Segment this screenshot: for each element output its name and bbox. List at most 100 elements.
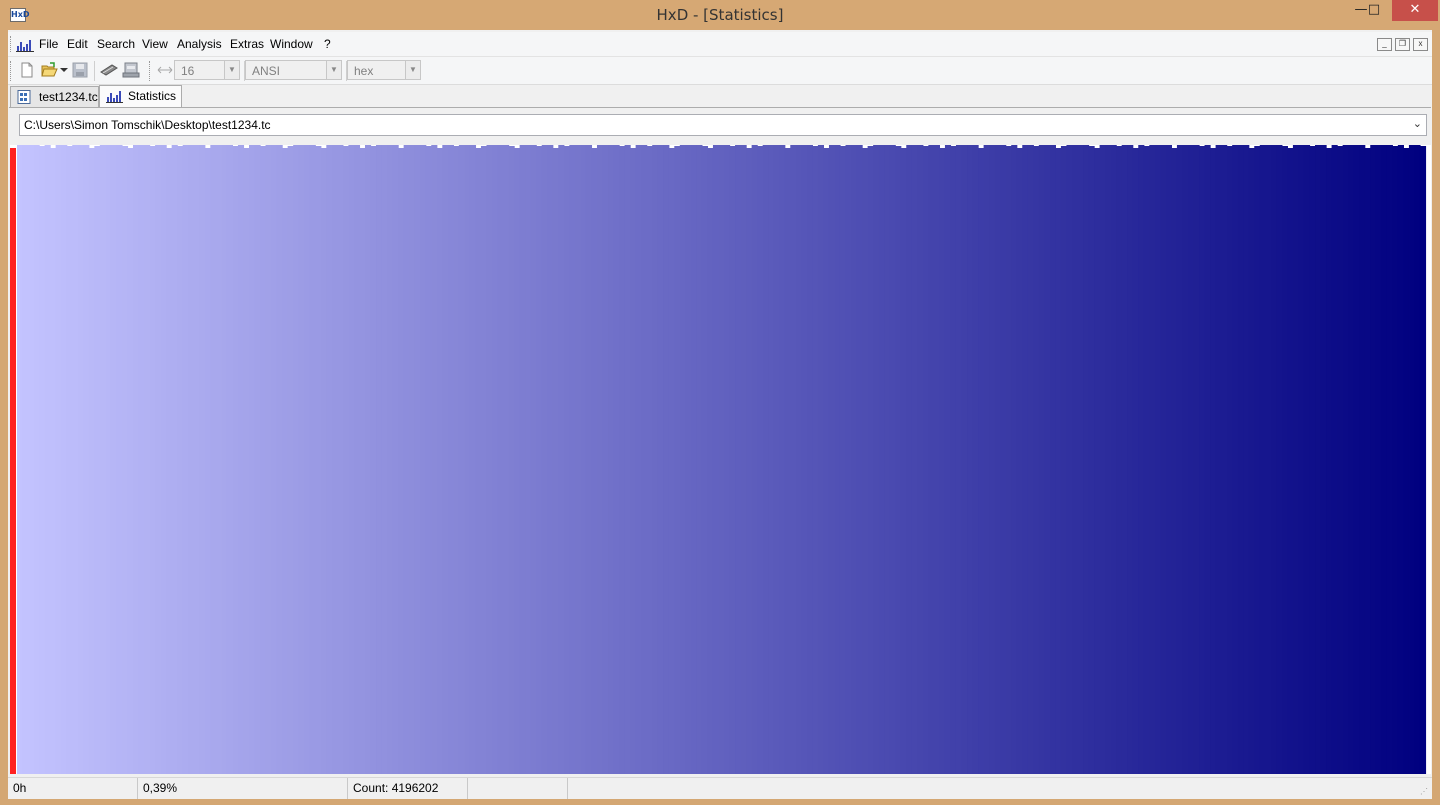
bar-byte-EB[interactable]: [1309, 146, 1316, 774]
bar-byte-76[interactable]: [663, 145, 670, 774]
bar-byte-90[interactable]: [806, 145, 813, 774]
bar-byte-19[interactable]: [149, 146, 156, 774]
bar-byte-78[interactable]: [674, 146, 681, 774]
bar-byte-E0[interactable]: [1248, 148, 1255, 774]
bar-byte-8A[interactable]: [773, 145, 780, 774]
open-dropdown-arrow[interactable]: [60, 68, 68, 72]
bar-byte-58[interactable]: [497, 145, 504, 774]
bar-byte-8F[interactable]: [801, 145, 808, 774]
size-grip-icon[interactable]: ⋰: [1420, 787, 1430, 797]
bar-byte-3B[interactable]: [337, 145, 344, 774]
bar-byte-54[interactable]: [475, 148, 482, 774]
bar-byte-D7[interactable]: [1199, 146, 1206, 774]
bar-byte-DF[interactable]: [1243, 145, 1250, 774]
bar-byte-5C[interactable]: [519, 145, 526, 774]
mdi-restore-button[interactable]: ❐: [1395, 38, 1410, 51]
bar-byte-9C[interactable]: [873, 145, 880, 774]
bar-byte-CE[interactable]: [1149, 145, 1156, 774]
bar-byte-A6[interactable]: [928, 145, 935, 774]
bar-byte-49[interactable]: [414, 145, 421, 774]
tab-test1234[interactable]: test1234.tc: [10, 86, 99, 107]
bar-byte-B0[interactable]: [983, 145, 990, 774]
menu-window[interactable]: Window: [268, 37, 315, 51]
bar-byte-0B[interactable]: [72, 145, 79, 774]
bar-byte-62[interactable]: [552, 148, 559, 774]
open-disk-icon[interactable]: [122, 61, 140, 79]
maximize-button[interactable]: □: [1360, 0, 1388, 21]
bar-byte-E5[interactable]: [1276, 145, 1283, 774]
bar-byte-61[interactable]: [547, 145, 554, 774]
bar-byte-A3[interactable]: [911, 145, 918, 774]
bar-byte-A0[interactable]: [895, 146, 902, 774]
menu-edit[interactable]: Edit: [65, 37, 90, 51]
bar-byte-F5[interactable]: [1364, 148, 1371, 774]
bar-byte-E6[interactable]: [1281, 146, 1288, 774]
bar-byte-22[interactable]: [199, 145, 206, 774]
bar-byte-67[interactable]: [580, 145, 587, 774]
bar-byte-52[interactable]: [464, 145, 471, 774]
bar-byte-6C[interactable]: [608, 145, 615, 774]
bar-byte-B7[interactable]: [1022, 145, 1029, 774]
bar-byte-75[interactable]: [657, 145, 664, 774]
bar-byte-F6[interactable]: [1370, 145, 1377, 774]
menu-search[interactable]: Search: [95, 37, 137, 51]
bar-byte-98[interactable]: [851, 145, 858, 774]
bar-byte-CA[interactable]: [1127, 145, 1134, 774]
bar-byte-A9[interactable]: [944, 145, 952, 774]
bar-byte-70[interactable]: [630, 148, 637, 774]
bar-byte-E1[interactable]: [1254, 146, 1261, 774]
bar-byte-F3[interactable]: [1353, 145, 1360, 774]
bar-byte-BF[interactable]: [1066, 145, 1073, 774]
new-file-icon[interactable]: [18, 61, 36, 79]
mdi-minimize-button[interactable]: _: [1377, 38, 1392, 51]
bar-byte-23[interactable]: [204, 148, 211, 774]
bar-byte-F7[interactable]: [1375, 145, 1382, 774]
bar-byte-DD[interactable]: [1232, 145, 1239, 774]
bar-byte-DE[interactable]: [1237, 145, 1244, 774]
bar-byte-48[interactable]: [409, 145, 416, 774]
bar-byte-57[interactable]: [492, 145, 499, 774]
bar-byte-35[interactable]: [304, 145, 311, 774]
bar-byte-0A[interactable]: [66, 146, 73, 774]
bar-byte-4B[interactable]: [425, 146, 432, 774]
bar-byte-8B[interactable]: [779, 145, 786, 774]
bar-byte-59[interactable]: [503, 145, 510, 774]
bar-byte-E3[interactable]: [1265, 145, 1272, 774]
menu-file[interactable]: File: [37, 37, 60, 51]
bar-byte-8E[interactable]: [795, 145, 802, 774]
menu-analysis[interactable]: Analysis: [175, 37, 224, 51]
bar-byte-B9[interactable]: [1033, 146, 1040, 774]
bar-byte-25[interactable]: [215, 145, 222, 774]
bar-byte-13[interactable]: [116, 145, 123, 774]
bar-byte-7B[interactable]: [690, 145, 697, 774]
bar-byte-05[interactable]: [39, 146, 46, 774]
bar-byte-A4[interactable]: [917, 145, 924, 774]
bar-byte-BD[interactable]: [1055, 148, 1062, 774]
bar-byte-36[interactable]: [309, 145, 316, 774]
toolbar-grip-2[interactable]: [149, 61, 153, 81]
bytes-per-row-select[interactable]: 16 ▼: [174, 60, 240, 80]
bar-byte-AA[interactable]: [950, 146, 957, 774]
bar-byte-4F[interactable]: [447, 145, 454, 774]
bar-byte-79[interactable]: [679, 145, 686, 774]
charset-select[interactable]: ANSI ▼: [245, 60, 342, 80]
bar-byte-9F[interactable]: [889, 145, 896, 774]
bar-byte-89[interactable]: [768, 145, 775, 774]
toolbar-grip[interactable]: [10, 61, 14, 81]
bar-byte-ED[interactable]: [1320, 145, 1327, 774]
bar-byte-6A[interactable]: [596, 145, 604, 774]
bar-byte-32[interactable]: [287, 146, 294, 774]
bar-byte-C5[interactable]: [1099, 145, 1106, 774]
bar-byte-7D[interactable]: [701, 146, 709, 774]
bar-byte-27[interactable]: [226, 145, 234, 774]
bar-byte-F8[interactable]: [1381, 145, 1388, 774]
bar-byte-81[interactable]: [724, 145, 731, 774]
bar-byte-A8[interactable]: [939, 148, 946, 774]
bar-byte-2F[interactable]: [271, 145, 278, 774]
bar-byte-92[interactable]: [817, 145, 825, 774]
bar-byte-3C[interactable]: [342, 146, 349, 774]
byte-distribution-chart[interactable]: [10, 145, 1431, 774]
bar-byte-DC[interactable]: [1226, 146, 1233, 774]
bar-byte-50[interactable]: [453, 146, 460, 774]
bar-byte-D8[interactable]: [1204, 145, 1211, 774]
